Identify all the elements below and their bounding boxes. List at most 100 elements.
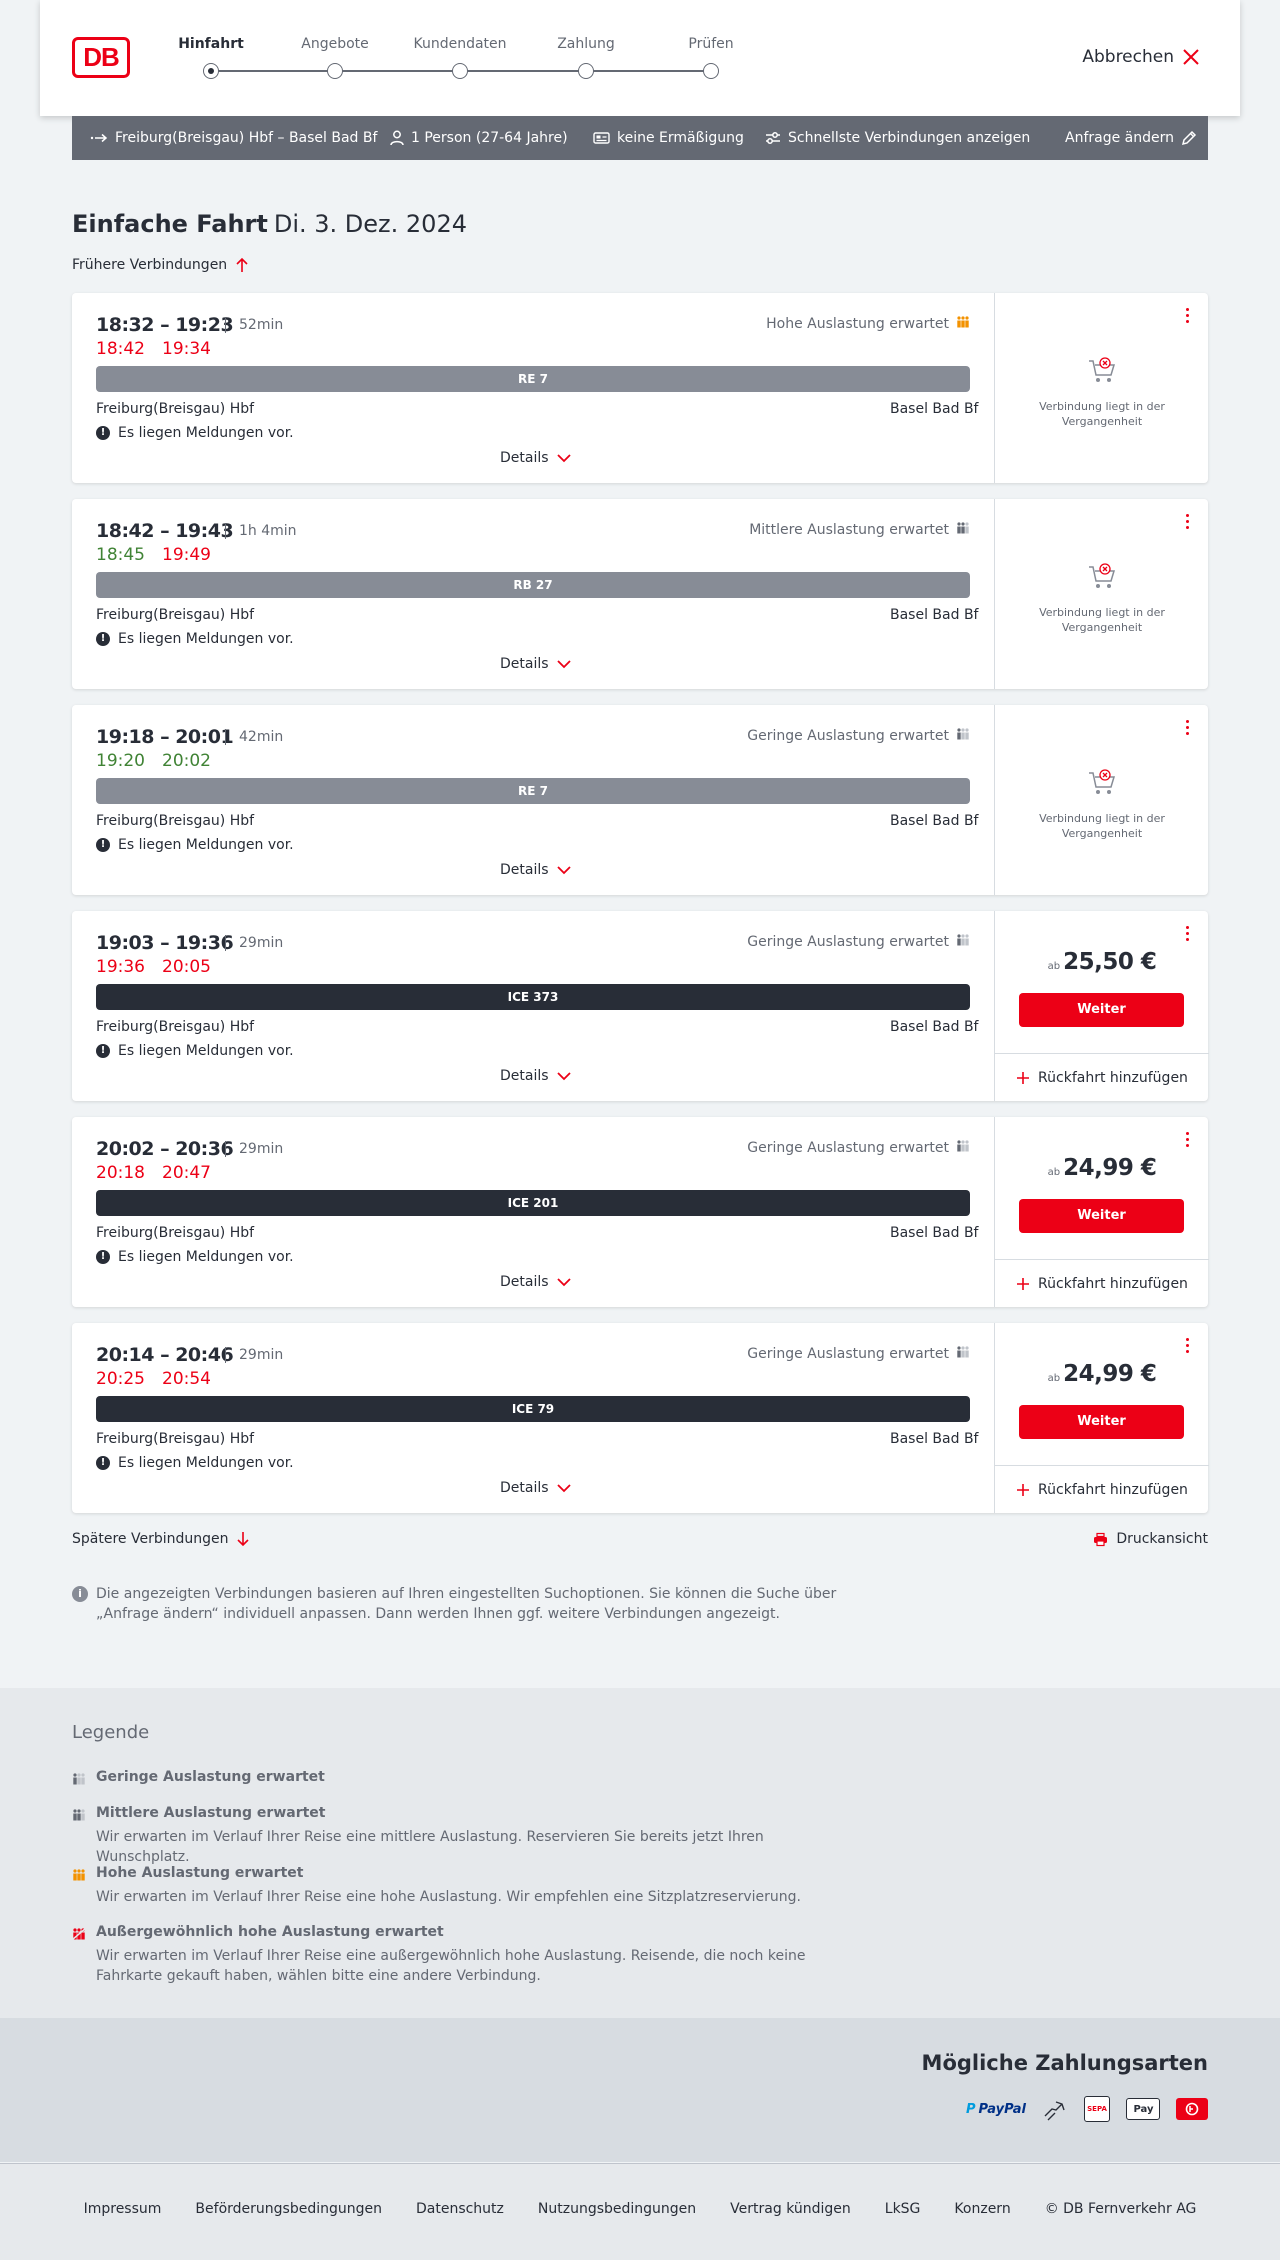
load-text: Geringe Auslastung erwartet [747, 1140, 949, 1156]
discount-text: keine Ermäßigung [617, 130, 744, 146]
chevron-down-icon [556, 453, 571, 462]
add-return-trip-button[interactable]: Rückfahrt hinzufügen [995, 1053, 1209, 1101]
step-label-angebote: Angebote [301, 36, 369, 52]
planned-times: 18:42 – 19:43 [96, 520, 234, 542]
step-dot-pruefen [703, 63, 719, 79]
train-bar[interactable]: RB 27 [96, 572, 970, 598]
page-footer: Impressum Beförderungsbedingungen Datens… [0, 2163, 1280, 2260]
message-text: Es liegen Meldungen vor. [118, 425, 294, 441]
more-options-icon[interactable] [1186, 514, 1190, 530]
step-label-hinfahrt: Hinfahrt [178, 36, 244, 52]
departure-station: Freiburg(Breisgau) Hbf [96, 813, 255, 829]
separator [225, 523, 226, 539]
later-connections-link[interactable]: Spätere Verbindungen [72, 1531, 250, 1547]
load-indicator: Hohe Auslastung erwartet [766, 316, 970, 332]
page-title: Einfache Fahrt Di. 3. Dez. 2024 [72, 210, 467, 238]
print-view-label: Druckansicht [1116, 1531, 1208, 1547]
cart-unavailable-icon [1087, 561, 1117, 595]
earlier-connections-label: Frühere Verbindungen [72, 257, 228, 273]
train-bar[interactable]: ICE 373 [96, 984, 970, 1010]
planned-times: 19:03 – 19:36 [96, 932, 234, 954]
more-options-icon[interactable] [1186, 1132, 1190, 1148]
apple-pay-icon: Pay [1126, 2098, 1160, 2120]
details-toggle[interactable]: Details [500, 1068, 571, 1084]
load-text: Hohe Auslastung erwartet [766, 316, 949, 332]
connection-card[interactable]: 19:03 – 19:36 29min 19:36 20:05 Geringe … [72, 911, 1209, 1101]
person-icon [390, 130, 404, 146]
message-notice: ! Es liegen Meldungen vor. [96, 837, 294, 853]
connection-card[interactable]: 20:14 – 20:46 29min 20:25 20:54 Geringe … [72, 1323, 1209, 1513]
past-connection-text: Verbindung liegt in der Vergangenheit [1039, 400, 1165, 428]
connection-card[interactable]: 18:42 – 19:43 1h 4min 18:45 19:49 Mittle… [72, 499, 1208, 689]
footer-link-impressum[interactable]: Impressum [84, 2201, 162, 2217]
plus-icon [1017, 1277, 1030, 1290]
footer-link-nutzungsbedingungen[interactable]: Nutzungsbedingungen [538, 2201, 696, 2217]
later-connections-label: Spätere Verbindungen [72, 1531, 229, 1547]
arrow-right-icon [90, 133, 108, 143]
details-toggle[interactable]: Details [500, 656, 571, 672]
db-logo[interactable]: DB [72, 37, 130, 78]
legend-extreme-text: Wir erwarten im Verlauf Ihrer Reise eine… [96, 1948, 806, 1984]
arrival-station: Basel Bad Bf [890, 1431, 979, 1447]
earlier-connections-link[interactable]: Frühere Verbindungen [72, 257, 249, 273]
realtime-arrival: 19:49 [162, 545, 211, 565]
message-text: Es liegen Meldungen vor. [118, 1455, 294, 1471]
departure-station: Freiburg(Breisgau) Hbf [96, 607, 255, 623]
step-label-pruefen: Prüfen [688, 36, 734, 52]
arrival-station: Basel Bad Bf [890, 401, 979, 417]
add-return-trip-button[interactable]: Rückfahrt hinzufügen [995, 1465, 1209, 1513]
continue-button[interactable]: Weiter [1019, 993, 1184, 1027]
train-bar[interactable]: RE 7 [96, 778, 970, 804]
details-label: Details [500, 1480, 549, 1496]
payment-section: Mögliche Zahlungsarten P PayPal SEPA Pay [0, 2018, 1280, 2162]
payment-icons: P PayPal SEPA Pay [966, 2096, 1208, 2122]
search-summary-bar: Freiburg(Breisgau) Hbf – Basel Bad Bf 1 … [72, 116, 1208, 160]
details-toggle[interactable]: Details [500, 450, 571, 466]
load-indicator: Geringe Auslastung erwartet [747, 1140, 970, 1156]
separator [225, 1347, 226, 1363]
connection-card[interactable]: 18:32 – 19:23 52min 18:42 19:34 Hohe Aus… [72, 293, 1208, 483]
connection-card[interactable]: 20:02 – 20:36 29min 20:18 20:47 Geringe … [72, 1117, 1209, 1307]
booking-header: DB Hinfahrt Angebote Kundendaten Zahlung… [40, 0, 1240, 116]
exclamation-icon: ! [96, 1456, 110, 1470]
apple-pay-label: Pay [1133, 2103, 1154, 2115]
cancel-label: Abbrechen [1082, 47, 1174, 67]
more-options-icon[interactable] [1186, 1338, 1190, 1354]
details-toggle[interactable]: Details [500, 1274, 571, 1290]
arrival-station: Basel Bad Bf [890, 1225, 979, 1241]
train-bar[interactable]: RE 7 [96, 366, 970, 392]
departure-station: Freiburg(Breisgau) Hbf [96, 1019, 255, 1035]
add-return-trip-button[interactable]: Rückfahrt hinzufügen [995, 1259, 1209, 1307]
message-text: Es liegen Meldungen vor. [118, 1249, 294, 1265]
cancel-button[interactable]: Abbrechen [1082, 47, 1200, 67]
continue-button[interactable]: Weiter [1019, 1405, 1184, 1439]
more-options-icon[interactable] [1186, 308, 1190, 324]
edit-request-button[interactable]: Anfrage ändern [1065, 116, 1197, 160]
bahncard-icon [593, 132, 610, 144]
footer-link-lksg[interactable]: LkSG [885, 2201, 921, 2217]
more-options-icon[interactable] [1186, 720, 1190, 736]
connection-card[interactable]: 19:18 – 20:01 42min 19:20 20:02 Geringe … [72, 705, 1208, 895]
medium-load-icon [956, 522, 970, 538]
planned-times: 20:14 – 20:46 [96, 1344, 234, 1366]
print-view-link[interactable]: Druckansicht [1093, 1531, 1208, 1547]
train-bar[interactable]: ICE 79 [96, 1396, 970, 1422]
more-options-icon[interactable] [1186, 926, 1190, 942]
arrival-station: Basel Bad Bf [890, 607, 979, 623]
continue-button[interactable]: Weiter [1019, 1199, 1184, 1233]
details-toggle[interactable]: Details [500, 862, 571, 878]
load-indicator: Geringe Auslastung erwartet [747, 1346, 970, 1362]
footer-link-konzern[interactable]: Konzern [954, 2201, 1010, 2217]
duration: 52min [239, 317, 284, 333]
sepa-icon: SEPA [1084, 2096, 1110, 2122]
details-toggle[interactable]: Details [500, 1480, 571, 1496]
step-dot-kundendaten [452, 63, 468, 79]
footer-link-befoerderungsbedingungen[interactable]: Beförderungsbedingungen [195, 2201, 382, 2217]
footer-link-datenschutz[interactable]: Datenschutz [416, 2201, 504, 2217]
realtime-arrival: 20:47 [162, 1163, 211, 1183]
train-bar[interactable]: ICE 201 [96, 1190, 970, 1216]
price-prefix: ab [1047, 1373, 1061, 1384]
price-value: 25,50 € [1063, 949, 1157, 975]
price: ab 24,99 € [995, 1155, 1209, 1181]
footer-link-vertrag-kuendigen[interactable]: Vertrag kündigen [730, 2201, 851, 2217]
